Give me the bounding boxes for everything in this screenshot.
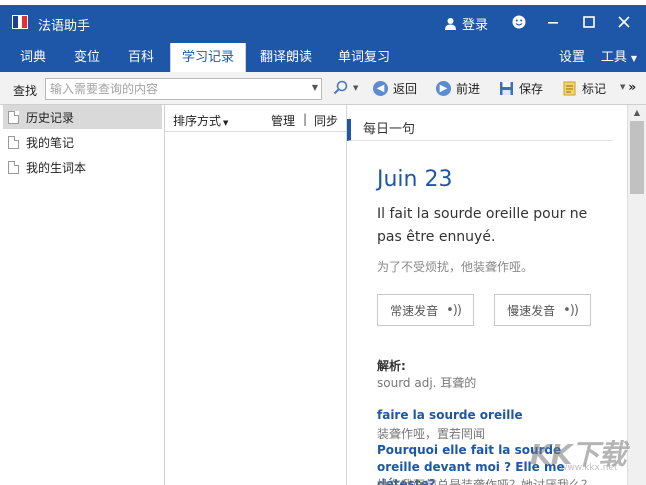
tab-translate-read[interactable]: 翻译朗读 <box>250 43 322 72</box>
document-icon <box>8 110 19 124</box>
sort-dropdown[interactable]: 排序方式 ▼ <box>173 112 228 129</box>
sync-link[interactable]: 同步 <box>314 112 338 129</box>
sound-wave-icon: •)) <box>563 302 579 318</box>
close-button[interactable] <box>611 11 637 33</box>
chevron-down-icon: ▼ <box>353 83 359 92</box>
scrollbar-thumb[interactable] <box>630 121 644 194</box>
tab-label: 单词复习 <box>337 50 390 65</box>
search-icon <box>333 80 348 95</box>
app-title: 法语助手 <box>38 19 91 34</box>
sidebar-item-notes[interactable]: 我的笔记 <box>3 130 162 154</box>
search-label: 查找 <box>13 84 38 98</box>
category-sidebar: 历史记录 我的笔记 我的生词本 <box>0 105 165 485</box>
tools-menu[interactable]: 工具 ▼ <box>594 43 644 72</box>
toolbar: 查找 ▼ ▼ ◀ 返回 ▶ 前进 保存 标记 ▼ » <box>0 72 646 105</box>
document-icon <box>8 135 19 149</box>
chevron-down-icon: ▼ <box>620 83 626 91</box>
tab-label: 学习记录 <box>181 50 234 65</box>
tab-encyclopedia[interactable]: 百科 <box>116 43 166 72</box>
title-bar[interactable]: 法语助手 登录 <box>0 5 646 40</box>
user-icon <box>445 18 456 30</box>
scroll-up-icon[interactable]: ▲ <box>631 107 643 119</box>
settings-label: 设置 <box>558 50 585 65</box>
toolbar-overflow-button[interactable]: ▼ » <box>620 80 636 94</box>
tab-label: 翻译朗读 <box>259 50 312 65</box>
daily-sentence-chinese: 为了不受烦扰，他装聋作哑。 <box>377 260 534 274</box>
example-chinese: 她在我面前总是装聋作哑？她讨厌我么？ <box>377 478 594 485</box>
daily-sentence-panel: 每日一句 Juin 23 Il fait la sourde oreille p… <box>347 105 627 485</box>
sidebar-item-vocabulary[interactable]: 我的生词本 <box>3 155 162 179</box>
document-icon <box>8 160 19 174</box>
search-history-dropdown-icon[interactable]: ▼ <box>312 83 318 92</box>
example-french-link[interactable]: faire la sourde oreille <box>377 408 523 422</box>
feedback-button[interactable] <box>506 11 532 33</box>
bookmark-label: 标记 <box>582 82 607 96</box>
watermark-url: www.kkx.net <box>560 463 618 473</box>
login-button[interactable]: 登录 <box>444 14 488 33</box>
tab-label: 词典 <box>19 50 46 65</box>
normal-speed-audio-button[interactable]: 常速发音 •)) <box>377 294 474 326</box>
tab-word-review[interactable]: 单词复习 <box>328 43 400 72</box>
slow-speed-audio-button[interactable]: 慢速发音 •)) <box>494 294 591 326</box>
chevron-down-icon: ▼ <box>630 54 638 63</box>
vertical-scrollbar[interactable]: ▲ <box>627 105 646 485</box>
forward-button[interactable]: ▶ 前进 <box>436 80 480 97</box>
settings-menu[interactable]: 设置 <box>553 43 591 72</box>
analysis-heading: 解析: <box>377 359 406 373</box>
daily-sentence-french: Il fait la sourde oreille pour ne pas êt… <box>377 206 588 245</box>
save-button[interactable]: 保存 <box>499 80 543 97</box>
sidebar-item-history[interactable]: 历史记录 <box>3 105 162 129</box>
tab-label: 百科 <box>127 50 154 65</box>
close-icon <box>618 16 630 28</box>
chevron-down-icon: ▼ <box>223 119 229 127</box>
back-button[interactable]: ◀ 返回 <box>373 80 417 97</box>
search-button[interactable]: ▼ <box>333 80 358 95</box>
save-label: 保存 <box>519 82 544 96</box>
smiley-icon <box>512 15 526 29</box>
sidebar-item-label: 我的生词本 <box>26 160 87 175</box>
tab-study-records[interactable]: 学习记录 <box>170 43 246 72</box>
search-box[interactable]: ▼ <box>45 78 322 100</box>
tab-dictionary[interactable]: 词典 <box>8 43 58 72</box>
save-icon <box>500 82 513 95</box>
sidebar-item-label: 历史记录 <box>26 110 75 125</box>
tools-label: 工具 <box>600 50 627 65</box>
arrow-right-icon: ▶ <box>436 81 451 96</box>
app-window: 法语助手 登录 词典 变位 百科 学习记录 翻译朗读 单词复习 设置 工具 ▼ 查… <box>0 0 646 485</box>
example-chinese: 装聋作哑，置若罔闻 <box>377 427 486 441</box>
maximize-button[interactable] <box>576 11 602 33</box>
daily-date: Juin 23 <box>377 167 453 192</box>
list-header: 排序方式 ▼ 管理 | 同步 <box>165 105 346 132</box>
sidebar-item-label: 我的笔记 <box>26 135 75 150</box>
slow-speed-label: 慢速发音 <box>507 303 556 318</box>
minimize-icon <box>548 22 558 24</box>
analysis-text: sourd adj. 耳聋的 <box>377 376 477 390</box>
arrow-left-icon: ◀ <box>373 81 388 96</box>
manage-link[interactable]: 管理 <box>271 112 295 129</box>
bookmark-button[interactable]: 标记 <box>562 80 606 97</box>
minimize-button[interactable] <box>540 11 566 33</box>
app-logo-icon <box>12 15 28 29</box>
tab-conjugation[interactable]: 变位 <box>62 43 112 72</box>
sound-wave-icon: •)) <box>446 302 462 318</box>
sort-label: 排序方式 <box>173 114 222 128</box>
tab-label: 变位 <box>73 50 100 65</box>
forward-label: 前进 <box>456 82 481 96</box>
record-list-pane: 排序方式 ▼ 管理 | 同步 <box>165 105 347 485</box>
back-label: 返回 <box>393 82 418 96</box>
daily-header: 每日一句 <box>347 119 613 141</box>
separator: | <box>303 112 308 126</box>
normal-speed-label: 常速发音 <box>390 303 439 318</box>
main-tab-bar: 词典 变位 百科 学习记录 翻译朗读 单词复习 设置 工具 ▼ <box>0 40 646 72</box>
login-label: 登录 <box>462 18 489 33</box>
maximize-icon <box>583 16 595 28</box>
double-chevron-right-icon: » <box>628 80 637 94</box>
bookmark-icon <box>563 81 576 96</box>
search-input[interactable] <box>50 81 302 97</box>
